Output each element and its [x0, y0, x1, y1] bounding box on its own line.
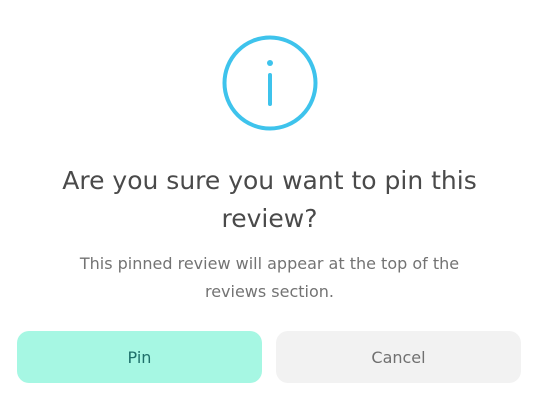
- pin-review-dialog: Are you sure you want to pin this review…: [0, 0, 539, 407]
- dialog-title: Are you sure you want to pin this review…: [62, 166, 477, 233]
- pin-button[interactable]: Pin: [17, 331, 262, 383]
- cancel-button[interactable]: Cancel: [276, 331, 521, 383]
- info-circle-icon: [222, 35, 318, 131]
- dialog-message: This pinned review will appear at the to…: [79, 254, 460, 301]
